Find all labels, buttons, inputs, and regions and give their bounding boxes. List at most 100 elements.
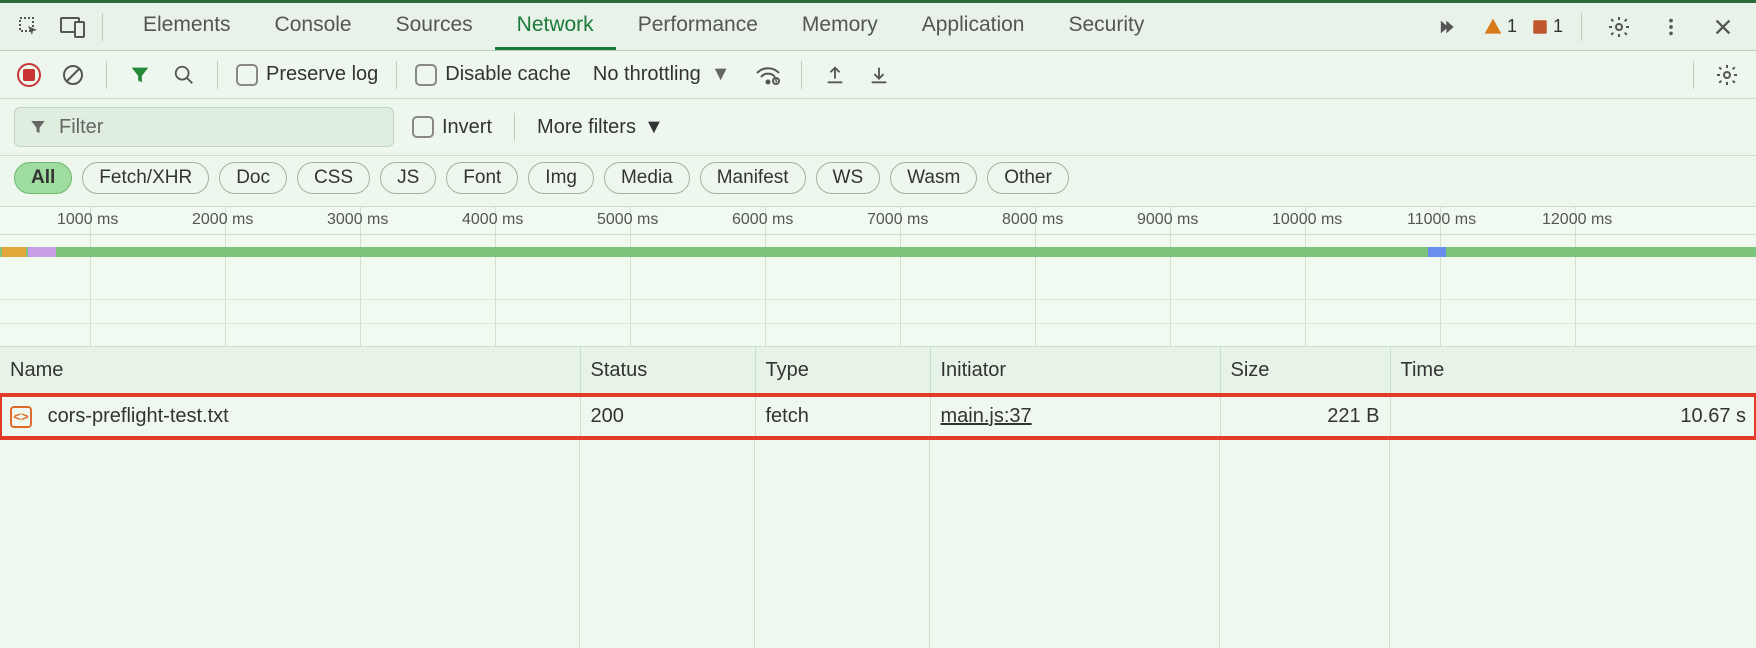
request-name: cors-preflight-test.txt (48, 405, 229, 427)
col-header-time[interactable]: Time (1390, 347, 1756, 395)
devtools-tabstrip: Elements Console Sources Network Perform… (0, 3, 1756, 51)
invert-label: Invert (442, 116, 492, 139)
divider (801, 61, 802, 89)
more-tabs-icon[interactable] (1431, 8, 1469, 46)
tick-label: 7000 ms (867, 211, 928, 229)
panel-tabs: Elements Console Sources Network Perform… (121, 3, 1166, 50)
close-icon[interactable] (1704, 8, 1742, 46)
tick-label: 5000 ms (597, 211, 658, 229)
requests-table: Name Status Type Initiator Size Time <> … (0, 347, 1756, 438)
divider (514, 113, 515, 141)
divider (1581, 13, 1582, 41)
tick-label: 11000 ms (1407, 211, 1476, 229)
filter-bar: Filter Invert More filters ▼ (0, 99, 1756, 156)
issues-count: 1 (1553, 16, 1563, 37)
tick-label: 1000 ms (57, 211, 118, 229)
chip-doc[interactable]: Doc (219, 162, 287, 194)
more-filters-dropdown[interactable]: More filters ▼ (537, 116, 664, 139)
issues-badge[interactable]: 1 (1531, 16, 1563, 37)
network-timeline[interactable]: 1000 ms 2000 ms 3000 ms 4000 ms 5000 ms … (0, 207, 1756, 347)
chip-wasm[interactable]: Wasm (890, 162, 977, 194)
table-empty-area (0, 438, 1756, 648)
col-header-status[interactable]: Status (580, 347, 755, 395)
chip-fetch-xhr[interactable]: Fetch/XHR (82, 162, 209, 194)
network-toolbar: Preserve log Disable cache No throttling… (0, 51, 1756, 99)
record-button[interactable] (14, 60, 44, 90)
tick-label: 12000 ms (1542, 211, 1612, 229)
col-header-initiator[interactable]: Initiator (930, 347, 1220, 395)
request-size: 221 B (1220, 395, 1390, 439)
download-har-icon[interactable] (864, 60, 894, 90)
tab-security[interactable]: Security (1046, 3, 1166, 50)
tick-label: 10000 ms (1272, 211, 1342, 229)
filter-input[interactable]: Filter (14, 107, 394, 147)
initiator-link[interactable]: main.js:37 (941, 405, 1032, 427)
chevron-down-icon: ▼ (711, 63, 731, 86)
chip-manifest[interactable]: Manifest (700, 162, 806, 194)
tick-label: 8000 ms (1002, 211, 1063, 229)
col-header-name[interactable]: Name (0, 347, 580, 395)
chip-media[interactable]: Media (604, 162, 690, 194)
warnings-count: 1 (1507, 16, 1517, 37)
divider (1693, 61, 1694, 89)
chip-js[interactable]: JS (380, 162, 436, 194)
tick-label: 2000 ms (192, 211, 253, 229)
tab-application[interactable]: Application (900, 3, 1047, 50)
disable-cache-label: Disable cache (445, 63, 571, 86)
request-type-filters: All Fetch/XHR Doc CSS JS Font Img Media … (0, 156, 1756, 207)
timeline-overview-bar (0, 247, 1756, 257)
fetch-file-icon: <> (10, 406, 32, 428)
preserve-log-checkbox[interactable]: Preserve log (236, 63, 378, 86)
filter-toggle-icon[interactable] (125, 60, 155, 90)
col-header-size[interactable]: Size (1220, 347, 1390, 395)
search-icon[interactable] (169, 60, 199, 90)
timeline-segment (28, 247, 56, 257)
chip-ws[interactable]: WS (816, 162, 881, 194)
chip-all[interactable]: All (14, 162, 72, 194)
invert-checkbox[interactable]: Invert (412, 116, 492, 139)
warnings-badge[interactable]: 1 (1483, 16, 1517, 37)
request-status: 200 (580, 395, 755, 439)
request-time: 10.67 s (1390, 395, 1756, 439)
timeline-segment (1428, 247, 1446, 257)
upload-har-icon[interactable] (820, 60, 850, 90)
tab-network[interactable]: Network (495, 3, 616, 50)
chip-other[interactable]: Other (987, 162, 1069, 194)
tab-elements[interactable]: Elements (121, 3, 253, 50)
preserve-log-label: Preserve log (266, 63, 378, 86)
settings-icon[interactable] (1600, 8, 1638, 46)
tab-performance[interactable]: Performance (616, 3, 780, 50)
tab-sources[interactable]: Sources (374, 3, 495, 50)
clear-icon[interactable] (58, 60, 88, 90)
chip-css[interactable]: CSS (297, 162, 370, 194)
chip-font[interactable]: Font (446, 162, 518, 194)
table-header-row: Name Status Type Initiator Size Time (0, 347, 1756, 395)
table-row[interactable]: <> cors-preflight-test.txt 200 fetch mai… (0, 395, 1756, 439)
divider (102, 13, 103, 41)
divider (217, 61, 218, 89)
network-settings-icon[interactable] (1712, 60, 1742, 90)
divider (396, 61, 397, 89)
col-header-type[interactable]: Type (755, 347, 930, 395)
tick-label: 9000 ms (1137, 211, 1198, 229)
throttling-value: No throttling (593, 63, 701, 86)
tab-memory[interactable]: Memory (780, 3, 900, 50)
request-type: fetch (755, 395, 930, 439)
more-filters-label: More filters (537, 116, 636, 139)
filter-placeholder: Filter (59, 116, 103, 139)
tick-label: 3000 ms (327, 211, 388, 229)
network-conditions-icon[interactable] (753, 60, 783, 90)
tick-label: 4000 ms (462, 211, 523, 229)
funnel-icon (29, 118, 47, 136)
inspect-element-icon[interactable] (10, 8, 48, 46)
timeline-segment (2, 247, 26, 257)
chip-img[interactable]: Img (528, 162, 594, 194)
chevron-down-icon: ▼ (644, 116, 664, 139)
disable-cache-checkbox[interactable]: Disable cache (415, 63, 571, 86)
throttling-select[interactable]: No throttling ▼ (585, 61, 739, 88)
tab-console[interactable]: Console (253, 3, 374, 50)
kebab-menu-icon[interactable] (1652, 8, 1690, 46)
divider (106, 61, 107, 89)
device-toolbar-icon[interactable] (54, 8, 92, 46)
tick-label: 6000 ms (732, 211, 793, 229)
